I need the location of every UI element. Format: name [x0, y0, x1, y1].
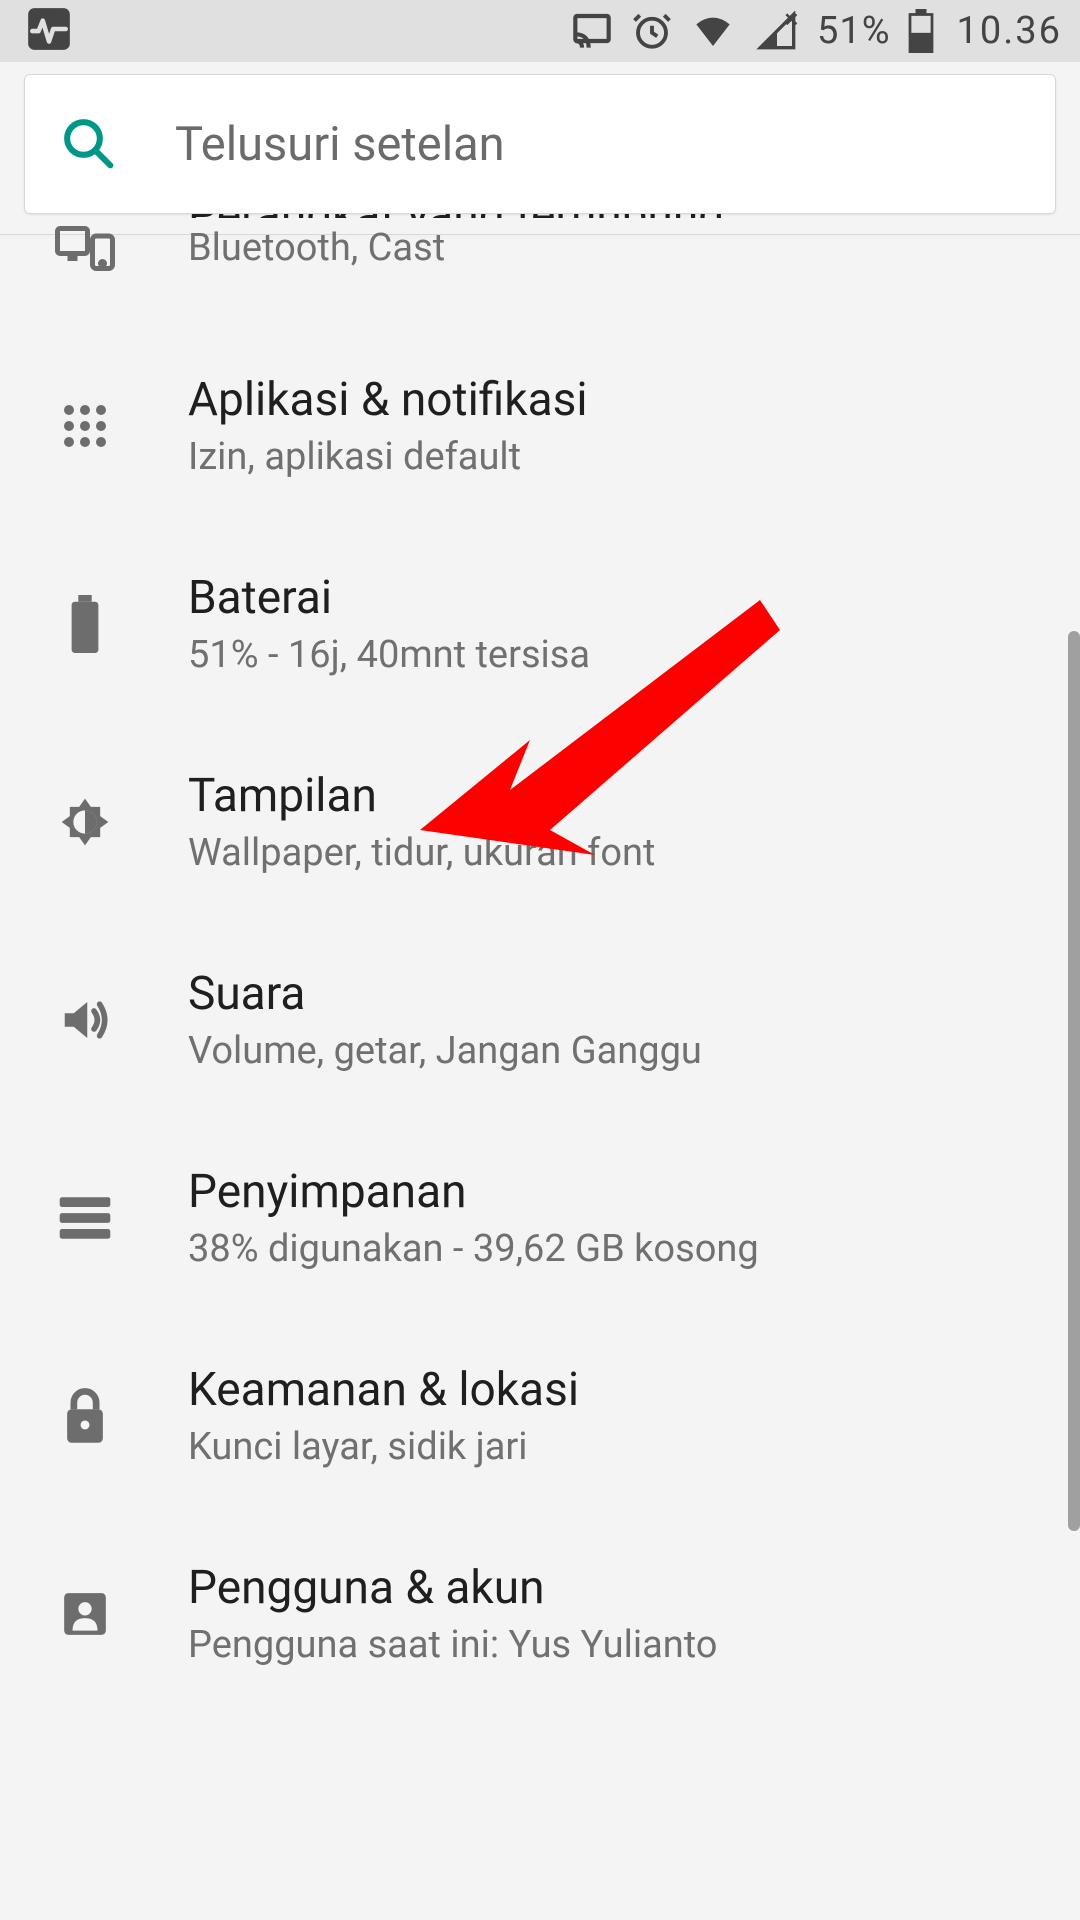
wifi-icon	[689, 11, 737, 51]
setting-subtitle: Wallpaper, tidur, ukuran font	[188, 831, 655, 875]
scrollbar-thumb[interactable]	[1068, 631, 1080, 1531]
status-left	[24, 4, 74, 58]
setting-item-security[interactable]: Keamanan & lokasi Kunci layar, sidik jar…	[0, 1317, 1080, 1515]
setting-item-sound[interactable]: Suara Volume, getar, Jangan Ganggu	[0, 921, 1080, 1119]
setting-subtitle: 38% digunakan - 39,62 GB kosong	[188, 1227, 759, 1271]
setting-subtitle: 51% - 16j, 40mnt tersisa	[188, 633, 590, 677]
alarm-icon	[631, 10, 673, 52]
setting-item-users[interactable]: Pengguna & akun Pengguna saat ini: Yus Y…	[0, 1515, 1080, 1713]
setting-title: Aplikasi & notifikasi	[188, 373, 588, 427]
setting-texts: Baterai 51% - 16j, 40mnt tersisa	[188, 571, 590, 677]
lock-icon	[50, 1381, 120, 1451]
status-time: 10.36	[957, 9, 1062, 53]
battery-icon	[50, 589, 120, 659]
setting-texts: Perangkat yang terhubung Bluetooth, Cast	[188, 222, 724, 270]
setting-texts: Keamanan & lokasi Kunci layar, sidik jar…	[188, 1363, 579, 1469]
sound-icon	[50, 985, 120, 1055]
setting-title: Baterai	[188, 571, 590, 625]
search-placeholder: Telusuri setelan	[175, 117, 505, 172]
status-right: ✕ 51% 10.36	[569, 9, 1062, 53]
setting-title: Penyimpanan	[188, 1165, 759, 1219]
setting-texts: Penyimpanan 38% digunakan - 39,62 GB kos…	[188, 1165, 759, 1271]
user-icon	[50, 1579, 120, 1649]
battery-percent-text: 51%	[817, 9, 891, 53]
search-settings-input[interactable]: Telusuri setelan	[24, 74, 1056, 214]
setting-item-storage[interactable]: Penyimpanan 38% digunakan - 39,62 GB kos…	[0, 1119, 1080, 1317]
setting-texts: Aplikasi & notifikasi Izin, aplikasi def…	[188, 373, 588, 479]
setting-item-display[interactable]: Tampilan Wallpaper, tidur, ukuran font	[0, 723, 1080, 921]
status-bar: ✕ 51% 10.36	[0, 0, 1080, 62]
apps-icon	[50, 391, 120, 461]
setting-texts: Pengguna & akun Pengguna saat ini: Yus Y…	[188, 1561, 717, 1667]
setting-item-apps[interactable]: Aplikasi & notifikasi Izin, aplikasi def…	[0, 327, 1080, 525]
setting-title: Keamanan & lokasi	[188, 1363, 579, 1417]
battery-icon	[907, 9, 935, 53]
setting-subtitle: Pengguna saat ini: Yus Yulianto	[188, 1623, 717, 1667]
setting-subtitle: Kunci layar, sidik jari	[188, 1425, 579, 1469]
activity-icon	[24, 4, 74, 58]
setting-subtitle: Izin, aplikasi default	[188, 435, 588, 479]
search-icon	[59, 114, 115, 174]
setting-subtitle: Volume, getar, Jangan Ganggu	[188, 1029, 702, 1073]
setting-item-devices[interactable]: Perangkat yang terhubung Bluetooth, Cast	[0, 211, 1080, 327]
display-icon	[50, 787, 120, 857]
setting-item-battery[interactable]: Baterai 51% - 16j, 40mnt tersisa	[0, 525, 1080, 723]
settings-list: Perangkat yang terhubung Bluetooth, Cast…	[0, 211, 1080, 1713]
setting-texts: Tampilan Wallpaper, tidur, ukuran font	[188, 769, 655, 875]
signal-icon: ✕	[753, 11, 801, 51]
setting-title: Suara	[188, 967, 702, 1021]
cast-icon	[569, 11, 615, 51]
setting-subtitle: Bluetooth, Cast	[188, 226, 724, 270]
devices-icon	[50, 211, 120, 281]
setting-title: Pengguna & akun	[188, 1561, 717, 1615]
setting-texts: Suara Volume, getar, Jangan Ganggu	[188, 967, 702, 1073]
setting-title: Tampilan	[188, 769, 655, 823]
storage-icon	[50, 1183, 120, 1253]
svg-text:✕: ✕	[784, 11, 799, 31]
